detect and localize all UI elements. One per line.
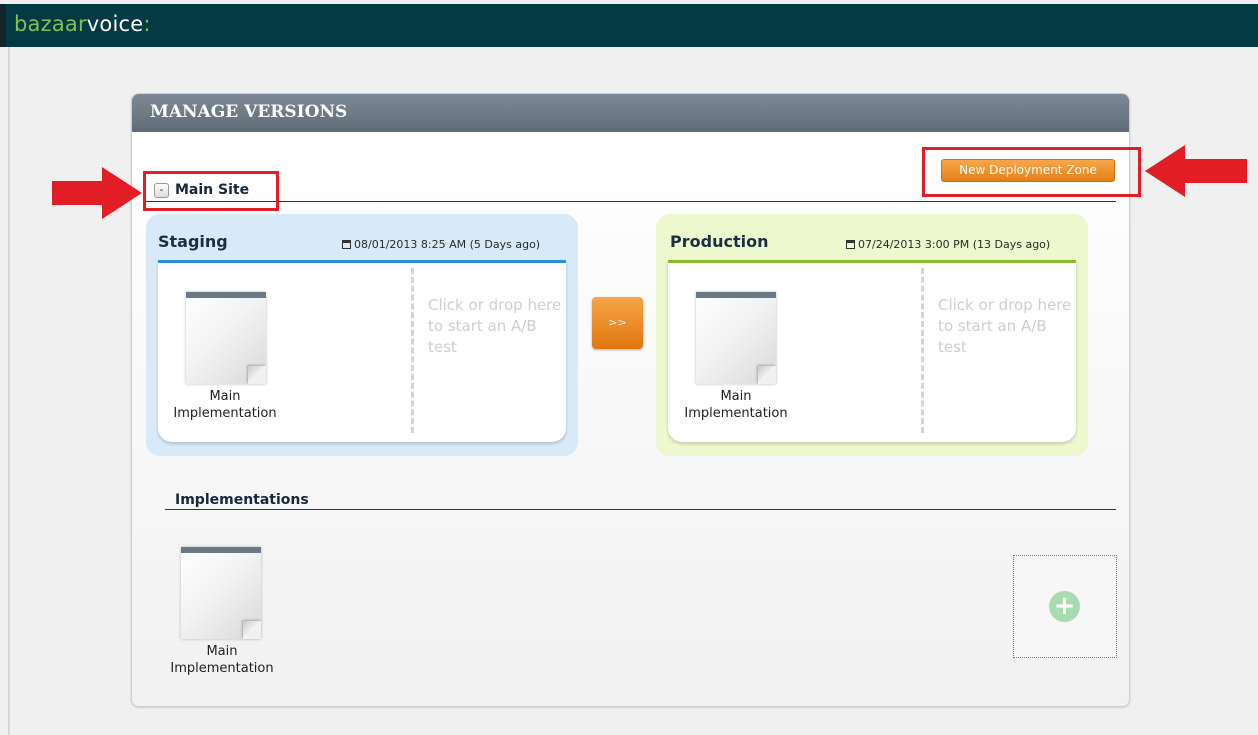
highlight-box-new-zone <box>922 147 1141 197</box>
panel-header: MANAGE VERSIONS <box>132 94 1129 132</box>
staging-divider <box>411 268 414 433</box>
bazaarvoice-logo[interactable]: bazaarvoice: <box>14 12 151 36</box>
document-icon[interactable] <box>181 547 261 639</box>
production-title: Production <box>670 232 769 251</box>
implementations-heading: Implementations <box>175 492 309 508</box>
left-edge-line <box>8 47 10 735</box>
staging-date-text: 08/01/2013 8:25 AM (5 Days ago) <box>354 238 541 251</box>
document-icon[interactable] <box>696 292 776 384</box>
production-date-text: 07/24/2013 3:00 PM (13 Days ago) <box>858 238 1051 251</box>
highlight-box-main-site <box>143 171 279 211</box>
zone-divider <box>143 201 1116 202</box>
document-icon[interactable] <box>186 292 266 384</box>
panel-title: MANAGE VERSIONS <box>150 102 348 122</box>
production-ab-test-dropzone[interactable]: Click or drop here to start an A/B test <box>938 295 1078 358</box>
top-bar: bazaarvoice: <box>0 4 1258 47</box>
logo-text-bazaar: bazaar <box>14 12 87 36</box>
logo-text-colon: : <box>143 12 151 36</box>
promote-button[interactable]: >> <box>592 297 643 349</box>
staging-title: Staging <box>158 232 228 251</box>
production-implementation-label[interactable]: Main Implementation <box>671 388 801 422</box>
production-divider <box>921 268 924 433</box>
staging-ab-test-dropzone[interactable]: Click or drop here to start an A/B test <box>428 295 568 358</box>
calendar-icon <box>846 240 855 249</box>
staging-implementation-label[interactable]: Main Implementation <box>160 388 290 422</box>
implementations-divider <box>165 509 1116 510</box>
arrow-annotation <box>52 167 142 219</box>
calendar-icon <box>342 240 351 249</box>
add-icon[interactable]: + <box>1049 591 1080 622</box>
production-date: 07/24/2013 3:00 PM (13 Days ago) <box>846 238 1050 251</box>
staging-date: 08/01/2013 8:25 AM (5 Days ago) <box>342 238 540 251</box>
implementation-item-label[interactable]: Main Implementation <box>157 643 287 677</box>
arrow-annotation <box>1145 145 1247 197</box>
logo-text-voice: voice <box>86 12 144 36</box>
add-implementation-box[interactable]: + <box>1013 555 1117 658</box>
